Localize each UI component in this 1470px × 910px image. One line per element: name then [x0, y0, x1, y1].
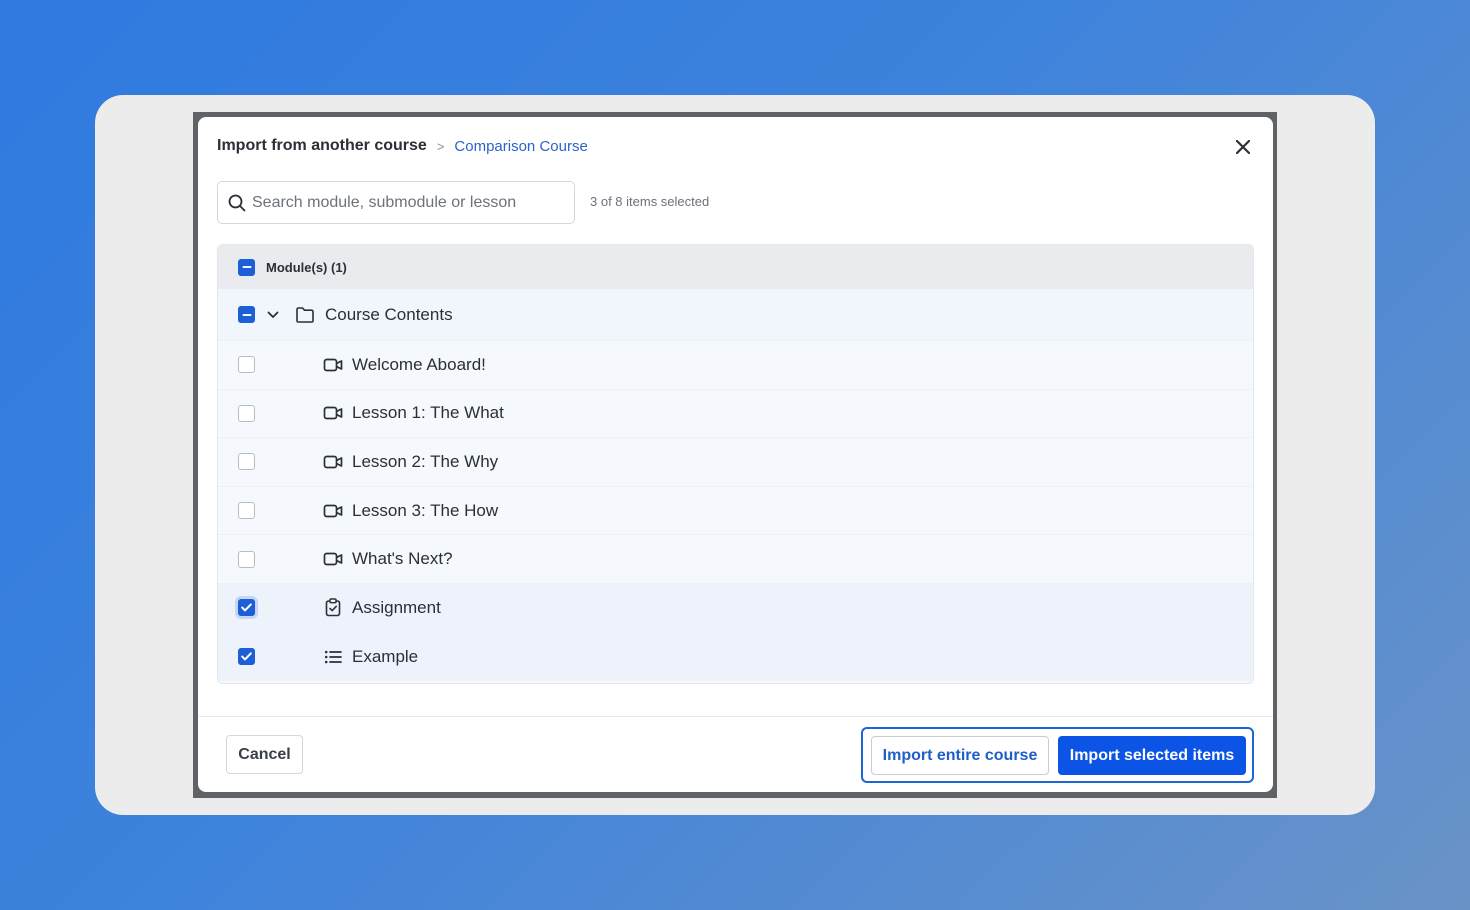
search-input[interactable]	[252, 193, 574, 212]
video-icon	[323, 549, 343, 569]
cancel-button[interactable]: Cancel	[226, 735, 303, 774]
lesson-row[interactable]: Lesson 1: The What	[218, 389, 1253, 439]
breadcrumb: Import from another course > Comparison …	[217, 135, 588, 157]
lesson-row[interactable]: Welcome Aboard!	[218, 341, 1253, 390]
module-label: Course Contents	[325, 304, 453, 324]
breadcrumb-current[interactable]: Comparison Course	[454, 138, 587, 155]
search-icon	[228, 194, 246, 211]
folder-icon	[295, 305, 315, 325]
video-icon	[323, 452, 343, 472]
video-icon	[323, 355, 343, 375]
expand-toggle[interactable]	[266, 307, 282, 323]
tree-header-label: Module(s) (1)	[266, 259, 347, 275]
lesson-checkbox[interactable]	[238, 550, 255, 568]
footer-divider	[198, 716, 1273, 717]
close-icon	[1236, 140, 1250, 154]
assignment-label: Assignment	[352, 597, 441, 617]
video-icon	[323, 403, 343, 423]
breadcrumb-root: Import from another course	[217, 137, 427, 154]
example-row[interactable]: Example	[218, 632, 1253, 682]
lesson-checkbox[interactable]	[238, 453, 255, 471]
minus-icon	[242, 266, 251, 268]
assignment-row[interactable]: Assignment	[218, 583, 1253, 633]
chevron-down-icon	[267, 311, 279, 318]
lesson-row[interactable]: Lesson 2: The Why	[218, 438, 1253, 487]
list-icon	[323, 647, 343, 667]
tree-header: Module(s) (1)	[218, 245, 1253, 289]
lesson-label: Lesson 2: The Why	[352, 451, 499, 471]
import-modal: Import from another course > Comparison …	[198, 117, 1273, 792]
lesson-checkbox[interactable]	[238, 356, 255, 374]
module-checkbox[interactable]	[238, 306, 255, 323]
lesson-checkbox[interactable]	[238, 502, 255, 520]
clipboard-check-icon	[323, 598, 343, 618]
lesson-label: Welcome Aboard!	[352, 354, 486, 374]
close-button[interactable]	[1233, 137, 1253, 157]
select-all-checkbox[interactable]	[238, 258, 255, 276]
import-button-group: Import entire course Import selected ite…	[861, 727, 1254, 783]
import-selected-items-button[interactable]: Import selected items	[1058, 736, 1246, 775]
lesson-label: Lesson 3: The How	[352, 500, 499, 520]
video-icon	[323, 501, 343, 521]
lesson-checkbox[interactable]	[238, 404, 255, 422]
module-row[interactable]: Course Contents	[218, 289, 1253, 341]
example-checkbox[interactable]	[238, 648, 255, 666]
selection-count: 3 of 8 items selected	[590, 194, 710, 209]
import-entire-course-button[interactable]: Import entire course	[871, 736, 1049, 775]
search-field[interactable]	[217, 181, 575, 224]
content-tree: Module(s) (1) Course Contents Welcome Ab…	[217, 244, 1254, 684]
lesson-label: Lesson 1: The What	[352, 403, 504, 423]
check-icon	[241, 603, 252, 612]
minus-icon	[242, 313, 251, 316]
breadcrumb-separator: >	[436, 138, 445, 154]
lesson-row[interactable]: Lesson 3: The How	[218, 486, 1253, 536]
lesson-row[interactable]: What's Next?	[218, 535, 1253, 584]
assignment-checkbox[interactable]	[238, 599, 255, 617]
lesson-label: What's Next?	[352, 549, 453, 569]
check-icon	[241, 652, 252, 661]
example-label: Example	[352, 646, 419, 666]
